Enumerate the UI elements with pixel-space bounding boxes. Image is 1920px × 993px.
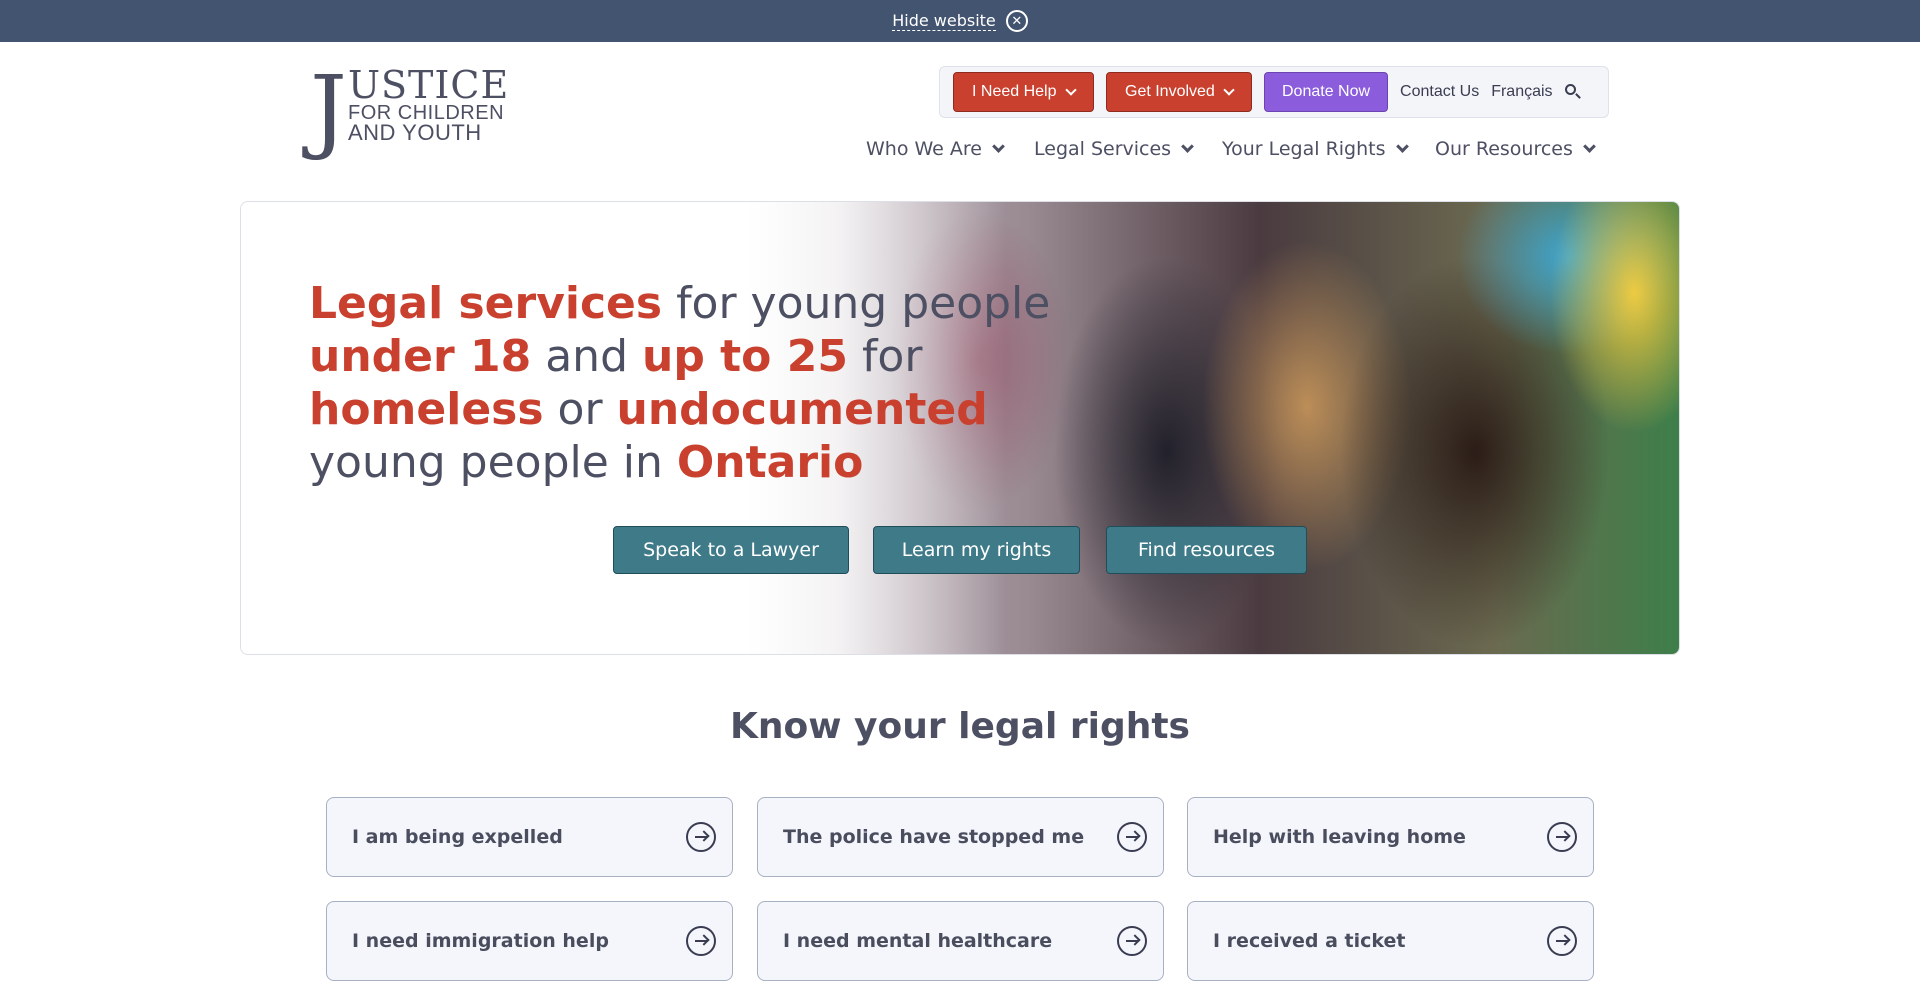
headline-highlight: Ontario	[676, 437, 864, 488]
arrow-right-icon	[1117, 926, 1147, 956]
headline-text: or	[543, 384, 617, 435]
nav-our-resources[interactable]: Our Resources	[1435, 133, 1596, 165]
arrow-right-icon	[686, 822, 716, 852]
chevron-down-icon	[1064, 84, 1077, 96]
need-help-label: I Need Help	[972, 83, 1057, 100]
arrow-right-icon	[1547, 926, 1577, 956]
logo-initial: J	[310, 56, 347, 163]
find-resources-button[interactable]: Find resources	[1106, 526, 1307, 574]
headline-line-3: homeless or undocumented	[309, 383, 1069, 436]
hide-website-link[interactable]: Hide website	[892, 11, 996, 31]
need-help-button[interactable]: I Need Help	[953, 72, 1094, 112]
headline-text: young people in	[309, 437, 677, 488]
top-banner: Hide website ✕	[0, 0, 1920, 42]
speak-to-lawyer-button[interactable]: Speak to a Lawyer	[613, 526, 849, 574]
nav-legal-services[interactable]: Legal Services	[1034, 133, 1194, 165]
arrow-right-icon	[1117, 822, 1147, 852]
search-icon[interactable]	[1564, 83, 1582, 101]
nav-label: Your Legal Rights	[1222, 138, 1386, 160]
learn-my-rights-button[interactable]: Learn my rights	[873, 526, 1080, 574]
donate-label: Donate Now	[1282, 83, 1371, 100]
arrow-right-icon	[1547, 822, 1577, 852]
get-involved-label: Get Involved	[1125, 83, 1215, 100]
arrow-right-icon	[686, 926, 716, 956]
section-title: Know your legal rights	[730, 706, 1190, 747]
rights-card-label: I need immigration help	[352, 930, 609, 952]
chevron-down-icon	[1181, 140, 1194, 153]
rights-card[interactable]: I need mental healthcare	[757, 901, 1164, 981]
headline-highlight: undocumented	[616, 384, 988, 435]
close-icon[interactable]: ✕	[1005, 10, 1028, 32]
nav-who-we-are[interactable]: Who We Are	[866, 133, 1005, 165]
chevron-down-icon	[1583, 140, 1596, 153]
rights-card-label: Help with leaving home	[1213, 826, 1466, 848]
headline-highlight: homeless	[309, 384, 544, 435]
utility-nav: I Need Help Get Involved Donate Now Cont…	[939, 66, 1609, 118]
headline-line-1: Legal services for young people	[309, 277, 1069, 330]
chevron-down-icon	[1223, 84, 1235, 96]
contact-us-link[interactable]: Contact Us	[1400, 83, 1479, 101]
headline-text: and	[531, 331, 642, 382]
logo-line-3: AND YOUTH	[348, 120, 482, 145]
language-toggle[interactable]: Français	[1491, 83, 1552, 101]
donate-button[interactable]: Donate Now	[1264, 72, 1389, 112]
rights-card[interactable]: The police have stopped me	[757, 797, 1164, 877]
headline-highlight: Legal services	[309, 278, 663, 329]
rights-card[interactable]: I need immigration help	[326, 901, 733, 981]
nav-label: Who We Are	[866, 138, 982, 160]
chevron-down-icon	[992, 140, 1005, 153]
hero-headline: Legal services for young people under 18…	[309, 277, 1069, 489]
nav-label: Our Resources	[1435, 138, 1573, 160]
rights-card-label: I am being expelled	[352, 826, 563, 848]
get-involved-button[interactable]: Get Involved	[1106, 72, 1252, 112]
nav-your-legal-rights[interactable]: Your Legal Rights	[1222, 133, 1409, 165]
rights-card-label: I received a ticket	[1213, 930, 1406, 952]
nav-label: Legal Services	[1034, 138, 1172, 160]
headline-line-4: young people in Ontario	[309, 436, 1069, 489]
headline-text: for	[847, 331, 923, 382]
logo-line-1: USTICE	[348, 63, 510, 107]
rights-card[interactable]: I received a ticket	[1187, 901, 1594, 981]
logo[interactable]: J USTICE FOR CHILDREN AND YOUTH	[310, 64, 515, 158]
headline-text: for young people	[662, 278, 1051, 329]
headline-highlight: under 18	[309, 331, 532, 382]
rights-card[interactable]: I am being expelled	[326, 797, 733, 877]
headline-line-2: under 18 and up to 25 for	[309, 330, 1069, 383]
rights-card-label: The police have stopped me	[783, 826, 1085, 848]
headline-highlight: up to 25	[642, 331, 848, 382]
rights-card[interactable]: Help with leaving home	[1187, 797, 1594, 877]
rights-card-label: I need mental healthcare	[783, 930, 1053, 952]
chevron-down-icon	[1395, 140, 1409, 153]
